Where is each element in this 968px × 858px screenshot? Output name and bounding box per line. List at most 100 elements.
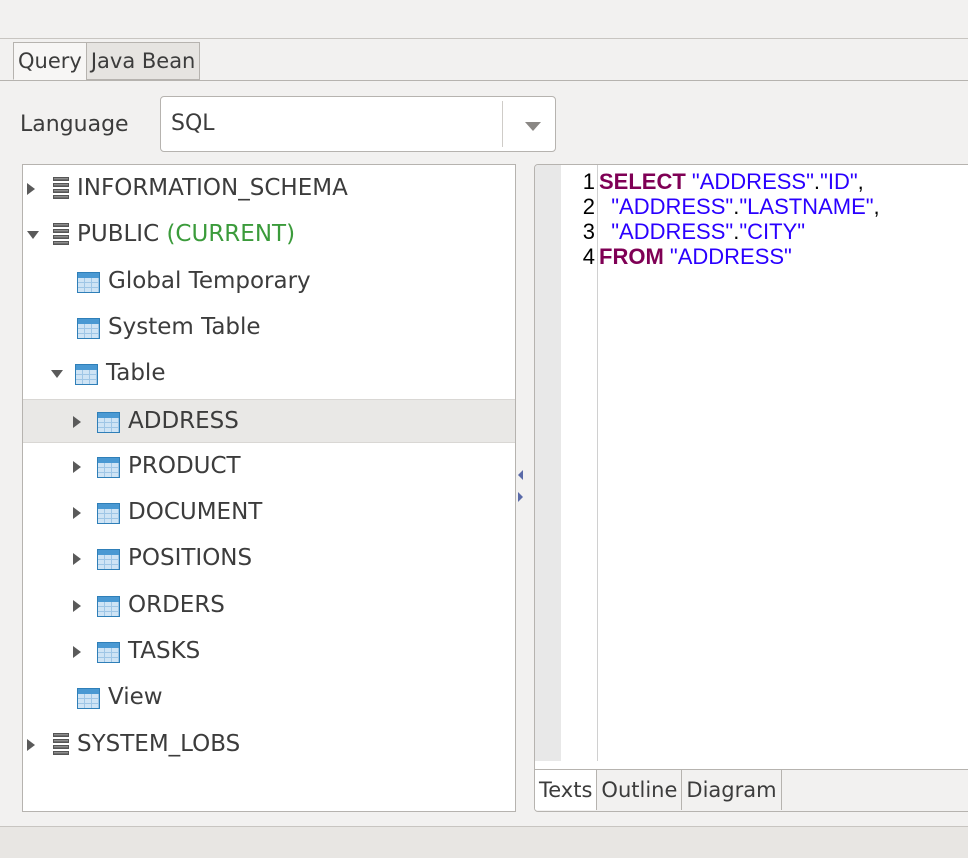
table-icon	[97, 549, 120, 571]
gutter-divider	[597, 165, 598, 761]
collapsed-arrow-icon[interactable]	[73, 507, 81, 520]
chevron-down-icon[interactable]	[525, 122, 541, 131]
collapsed-arrow-icon[interactable]	[27, 183, 35, 195]
tree-item-label: Global Temporary	[108, 268, 311, 294]
sql-punctuation: ,	[857, 169, 864, 194]
database-icon	[53, 177, 69, 201]
tree-item-view[interactable]: View	[23, 676, 515, 720]
tree-item-label: POSITIONS	[128, 545, 252, 571]
language-label: Language	[20, 112, 129, 137]
tree-item-name: View	[108, 684, 163, 711]
current-schema-badge: (CURRENT)	[159, 221, 296, 248]
tree-item-table[interactable]: Table	[23, 352, 515, 396]
sql-identifier: "LASTNAME"	[739, 194, 874, 219]
pane-splitter[interactable]	[518, 470, 526, 510]
tree-item-name: INFORMATION_SCHEMA	[77, 175, 348, 201]
tree-item-name: PUBLIC	[77, 221, 160, 248]
tree-item-name: PRODUCT	[128, 452, 241, 479]
status-bar	[0, 826, 968, 858]
sql-keyword: SELECT	[599, 169, 686, 194]
tree-item-label: PRODUCT	[128, 453, 241, 479]
table-icon	[97, 411, 120, 433]
tree-item-name: ORDERS	[128, 591, 225, 618]
table-icon	[97, 503, 120, 525]
collapse-left-icon[interactable]	[518, 470, 523, 480]
tree-item-system-lobs[interactable]: SYSTEM_LOBS	[23, 723, 515, 767]
code-text: FROM "ADDRESS"	[599, 244, 792, 269]
tree-item-name: ADDRESS	[128, 407, 239, 434]
tree-item-document[interactable]: DOCUMENT	[23, 491, 515, 535]
line-number: 1	[582, 169, 595, 194]
language-value: SQL	[171, 111, 215, 136]
language-select[interactable]: SQL	[160, 96, 556, 152]
collapsed-arrow-icon[interactable]	[73, 599, 81, 612]
tree-item-public[interactable]: PUBLIC (CURRENT)	[23, 213, 515, 257]
code-text: SELECT "ADDRESS"."ID",	[599, 169, 864, 194]
expanded-arrow-icon[interactable]	[51, 370, 63, 379]
schema-tree[interactable]: INFORMATION_SCHEMA PUBLIC (CURRENT) Global…	[22, 164, 516, 812]
tree-item-label: DOCUMENT	[128, 499, 262, 525]
table-icon	[77, 688, 100, 710]
tree-item-tasks[interactable]: TASKS	[23, 630, 515, 674]
editor-view-tabs: Texts Outline Diagram	[535, 769, 968, 811]
tree-item-address[interactable]: ADDRESS	[23, 398, 515, 443]
sql-identifier: "ID"	[820, 169, 858, 194]
collapsed-arrow-icon[interactable]	[73, 553, 81, 566]
database-icon	[53, 732, 69, 757]
query-tabs: Query Java Bean	[13, 42, 201, 80]
expanded-arrow-icon[interactable]	[27, 231, 39, 240]
collapsed-arrow-icon[interactable]	[73, 460, 81, 473]
tree-item-name: System Table	[108, 313, 261, 340]
tree-item-information-schema[interactable]: INFORMATION_SCHEMA	[23, 167, 515, 211]
tab-divider	[0, 80, 968, 81]
tab-java-bean[interactable]: Java Bean	[85, 42, 201, 80]
code-text: "ADDRESS"."CITY"	[599, 219, 805, 244]
sql-keyword: FROM	[599, 244, 664, 269]
select-separator	[502, 101, 503, 147]
sql-editor[interactable]: 1 SELECT "ADDRESS"."ID", 2 "ADDRESS"."LAST…	[534, 164, 968, 812]
tree-item-name: SYSTEM_LOBS	[77, 730, 241, 757]
code-text: "ADDRESS"."LASTNAME",	[599, 194, 880, 219]
database-icon	[53, 223, 69, 247]
table-icon	[97, 456, 120, 478]
collapsed-arrow-icon[interactable]	[27, 738, 35, 751]
tab-texts[interactable]: Texts	[535, 770, 598, 810]
line-number: 4	[582, 244, 595, 269]
tab-outline[interactable]: Outline	[597, 770, 683, 810]
tree-item-label: ADDRESS	[128, 408, 239, 434]
window-toolbar	[0, 0, 968, 39]
tree-item-name: Table	[106, 360, 166, 387]
collapsed-arrow-icon[interactable]	[73, 415, 81, 428]
tree-item-label: SYSTEM_LOBS	[77, 731, 240, 757]
sql-identifier: "ADDRESS"	[611, 219, 734, 244]
tree-item-name: Global Temporary	[108, 267, 311, 294]
table-icon	[75, 364, 98, 386]
sql-identifier: "ADDRESS"	[691, 169, 814, 194]
tree-item-positions[interactable]: POSITIONS	[23, 537, 515, 581]
line-number: 2	[582, 194, 595, 219]
sql-identifier: "ADDRESS"	[669, 244, 792, 269]
tree-item-system-table[interactable]: System Table	[23, 306, 515, 350]
sql-punctuation	[599, 194, 611, 219]
tree-item-label: System Table	[108, 314, 261, 340]
tree-item-global-temporary[interactable]: Global Temporary	[23, 260, 515, 304]
sql-identifier: "CITY"	[739, 219, 806, 244]
collapse-right-icon[interactable]	[518, 492, 523, 502]
sql-identifier: "ADDRESS"	[611, 194, 734, 219]
collapsed-arrow-icon[interactable]	[73, 646, 81, 658]
tree-item-orders[interactable]: ORDERS	[23, 584, 515, 628]
line-number: 3	[582, 219, 595, 244]
tree-item-product[interactable]: PRODUCT	[23, 445, 515, 489]
tree-item-name: TASKS	[128, 638, 201, 664]
tree-item-name: POSITIONS	[128, 545, 253, 572]
table-icon	[97, 595, 120, 617]
table-icon	[97, 642, 120, 663]
tab-diagram[interactable]: Diagram	[682, 770, 782, 810]
tree-item-label: INFORMATION_SCHEMA	[77, 175, 348, 201]
sql-punctuation: ,	[873, 194, 880, 219]
tree-item-label: TASKS	[128, 638, 200, 664]
tree-item-label: View	[108, 684, 163, 710]
table-icon	[77, 271, 100, 293]
tree-item-label: ORDERS	[128, 592, 225, 618]
tab-query[interactable]: Query	[13, 42, 87, 80]
